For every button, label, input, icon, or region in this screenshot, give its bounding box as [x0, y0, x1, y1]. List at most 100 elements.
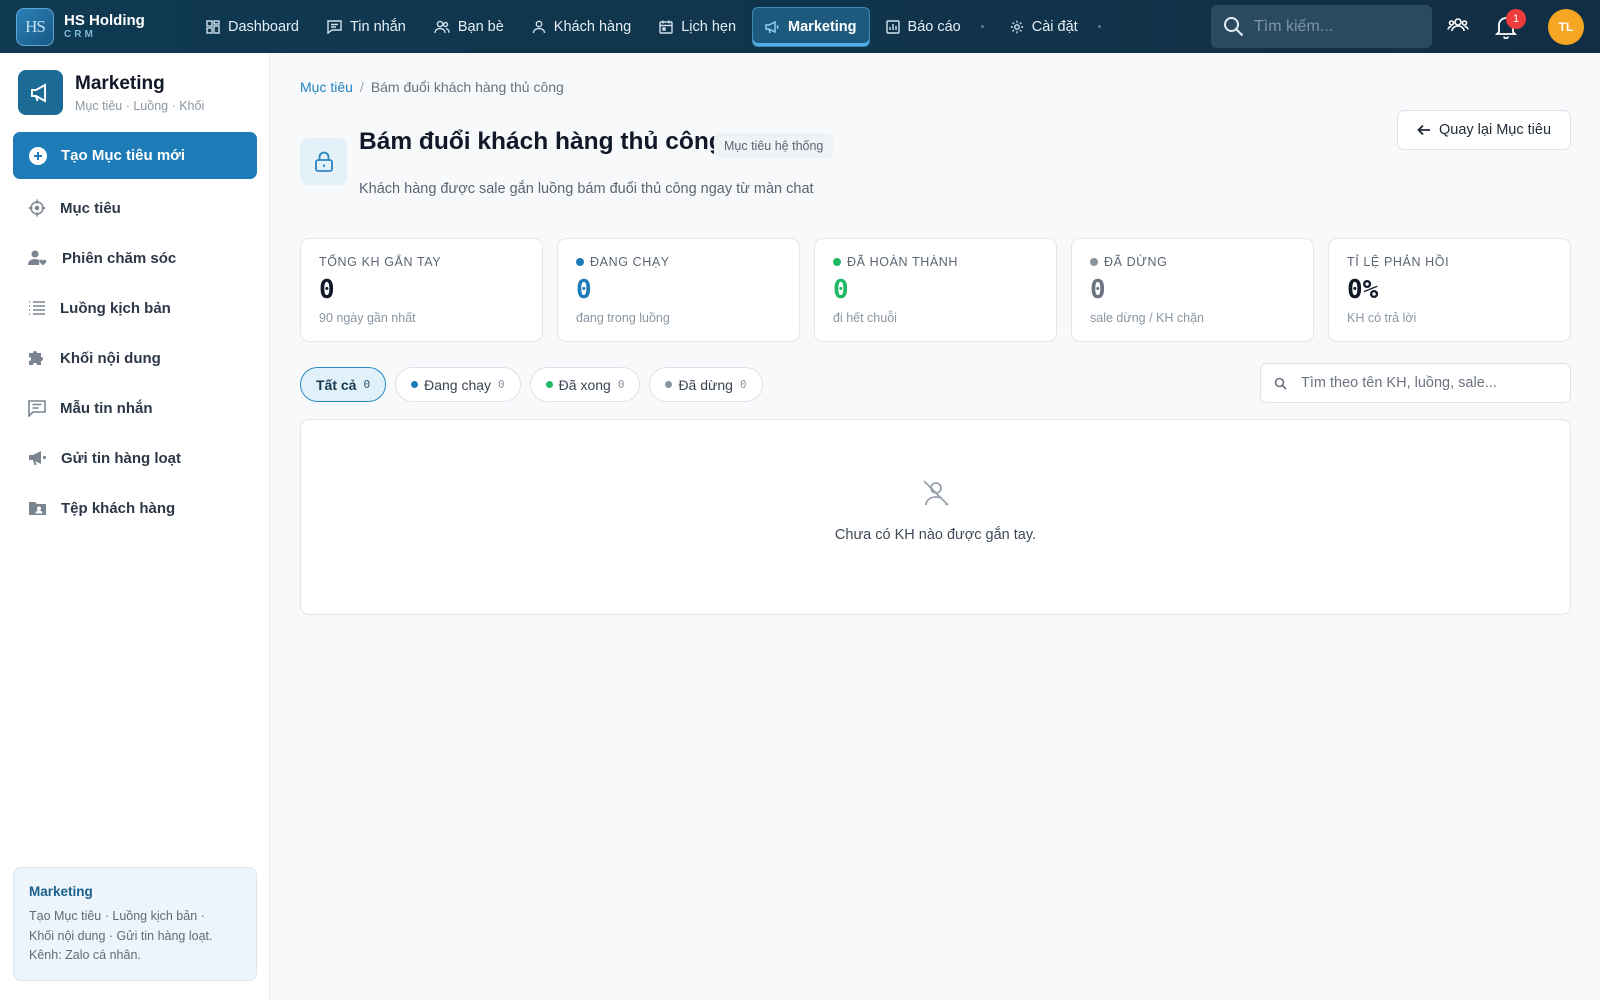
filter-count: 0 — [617, 378, 625, 391]
nav-item-appointments[interactable]: Lịch hẹn — [647, 7, 748, 47]
top-navbar: HS HS Holding CRM Dashboard Tin nhắn Bạn… — [0, 0, 1600, 53]
folder-user-icon — [29, 502, 46, 515]
gear-icon — [1010, 20, 1023, 33]
notification-badge: 1 — [1506, 9, 1526, 29]
nav-label: Báo cáo — [907, 18, 961, 35]
stat-value: 0% — [1347, 275, 1379, 305]
stat-label: ĐÃ HOÀN THÀNH — [847, 255, 959, 269]
search-icon — [1224, 17, 1244, 37]
sidebar-item-care-sessions[interactable]: Phiên chăm sóc — [0, 233, 269, 283]
sidebar-item-flows[interactable]: Luồng kịch bản — [0, 283, 269, 333]
status-dot — [1090, 258, 1098, 266]
brand-name: HS Holding — [64, 11, 145, 29]
breadcrumb-separator: / — [359, 79, 364, 95]
info-line: Kênh: Zalo cá nhân. — [29, 948, 141, 962]
sidebar-item-label: Gửi tin hàng loạt — [61, 449, 182, 467]
grid-icon — [206, 19, 220, 34]
plus-icon — [29, 146, 47, 165]
breadcrumb-current: Bám đuổi khách hàng thủ công — [370, 79, 564, 95]
target-icon — [28, 199, 46, 217]
sidebar-header: Marketing Mục tiêu · Luồng · Khối — [0, 53, 269, 115]
nav-label: Marketing — [788, 18, 857, 35]
status-dot — [665, 381, 673, 388]
empty-state-text: Chưa có KH nào được gắn tay. — [834, 527, 1037, 543]
sidebar-menu: Mục tiêu Phiên chăm sóc Luồng kịch bản K… — [0, 183, 269, 533]
nav-separator — [980, 25, 984, 28]
stat-value: 0 — [1090, 275, 1106, 305]
sidebar-item-label: Mục tiêu — [60, 199, 121, 217]
nav-item-dashboard[interactable]: Dashboard — [194, 7, 311, 47]
stat-value: 0 — [319, 275, 335, 305]
info-title: Marketing — [29, 884, 93, 899]
filter-chip-stopped[interactable]: Đã dừng 0 — [649, 367, 763, 402]
nav-separator — [1097, 25, 1101, 28]
stat-subtext: KH có trả lời — [1347, 311, 1417, 325]
user-heart-icon — [28, 250, 47, 266]
marketing-logo — [18, 70, 63, 115]
stat-label: ĐANG CHẠY — [590, 255, 670, 269]
nav-item-settings[interactable]: Cài đặt — [998, 7, 1090, 47]
breadcrumb: Mục tiêu / Bám đuổi khách hàng thủ công — [300, 79, 564, 95]
stats-row: TỔNG KH GẮN TAY 0 90 ngày gần nhất ĐANG … — [300, 238, 1571, 342]
list-search-input[interactable] — [1301, 375, 1561, 391]
create-goal-label: Tạo Mục tiêu mới — [61, 147, 186, 164]
page-description: Khách hàng được sale gắn luồng bám đuổi … — [359, 181, 814, 197]
megaphone-icon — [30, 82, 46, 103]
nav-label: Khách hàng — [553, 18, 632, 35]
sidebar-item-bulk-send[interactable]: Gửi tin hàng loạt — [0, 433, 269, 483]
sidebar-info-card: Marketing Tạo Mục tiêu · Luồng kịch bản … — [13, 867, 257, 981]
lock-icon — [314, 151, 333, 172]
sidebar-item-content-blocks[interactable]: Khối nội dung — [0, 333, 269, 383]
filter-label: Đã dừng — [678, 376, 733, 393]
sidebar-subtitle: Mục tiêu · Luồng · Khối — [75, 98, 205, 113]
stat-card-stopped: ĐÃ DỪNG 0 sale dừng / KH chặn — [1071, 238, 1314, 342]
chart-icon — [885, 19, 900, 34]
info-line: Tạo Mục tiêu · Luồng kịch bản · — [29, 909, 205, 923]
nav-item-reports[interactable]: Báo cáo — [874, 7, 973, 47]
list-icon — [29, 301, 45, 315]
empty-state-card: Chưa có KH nào được gắn tay. — [300, 419, 1571, 615]
stat-label: TỈ LỆ PHẢN HỒI — [1347, 255, 1450, 269]
status-filters: Tất cả 0 Đang chạy 0 Đã xong 0 Đã dừng 0 — [300, 367, 772, 402]
sidebar-item-customer-files[interactable]: Tệp khách hàng — [0, 483, 269, 533]
back-to-goals-button[interactable]: Quay lại Mục tiêu — [1397, 110, 1571, 150]
sidebar-item-label: Phiên chăm sóc — [62, 249, 177, 267]
status-dot — [411, 381, 419, 388]
info-line: Khối nội dung · Gửi tin hàng loạt. — [29, 928, 213, 943]
breadcrumb-link-goals[interactable]: Mục tiêu — [300, 79, 353, 95]
brand[interactable]: HS HS Holding CRM — [16, 7, 176, 46]
sidebar-item-label: Khối nội dung — [60, 349, 161, 367]
stat-subtext: đi hết chuỗi — [833, 311, 897, 325]
sidebar-item-message-templates[interactable]: Mẫu tin nhắn — [0, 383, 269, 433]
message-template-icon — [28, 399, 46, 417]
sidebar-item-goals[interactable]: Mục tiêu — [0, 183, 269, 233]
stat-label: TỔNG KH GẮN TAY — [319, 255, 442, 269]
status-dot — [833, 258, 841, 266]
nav-item-messages[interactable]: Tin nhắn — [315, 7, 418, 47]
system-goal-badge: Mục tiêu hệ thống — [714, 133, 834, 158]
nav-item-marketing[interactable]: Marketing — [752, 6, 870, 47]
nav-label: Lịch hẹn — [681, 18, 737, 35]
status-dot — [576, 258, 584, 266]
lock-badge — [300, 138, 347, 185]
list-search[interactable] — [1260, 363, 1571, 403]
nav-item-friends[interactable]: Bạn bè — [422, 7, 516, 47]
filter-chip-running[interactable]: Đang chạy 0 — [395, 367, 521, 402]
create-goal-button[interactable]: Tạo Mục tiêu mới — [13, 132, 257, 179]
filter-label: Tất cả — [316, 376, 357, 393]
global-search-input[interactable] — [1254, 17, 1424, 36]
filter-chip-all[interactable]: Tất cả 0 — [300, 367, 387, 402]
stat-card-total: TỔNG KH GẮN TAY 0 90 ngày gần nhất — [300, 238, 543, 342]
message-icon — [327, 19, 342, 34]
arrow-left-icon — [1417, 124, 1430, 136]
brand-logo: HS — [16, 7, 54, 46]
stat-card-response-rate: TỈ LỆ PHẢN HỒI 0% KH có trả lời — [1328, 238, 1571, 342]
filter-chip-done[interactable]: Đã xong 0 — [529, 367, 641, 402]
broadcast-icon — [29, 451, 46, 465]
status-dot — [545, 381, 553, 388]
filter-count: 0 — [498, 378, 505, 391]
user-avatar[interactable]: TL — [1548, 9, 1584, 45]
contacts-button[interactable] — [1447, 14, 1469, 36]
global-search[interactable] — [1211, 5, 1432, 48]
nav-item-customers[interactable]: Khách hàng — [520, 7, 643, 47]
